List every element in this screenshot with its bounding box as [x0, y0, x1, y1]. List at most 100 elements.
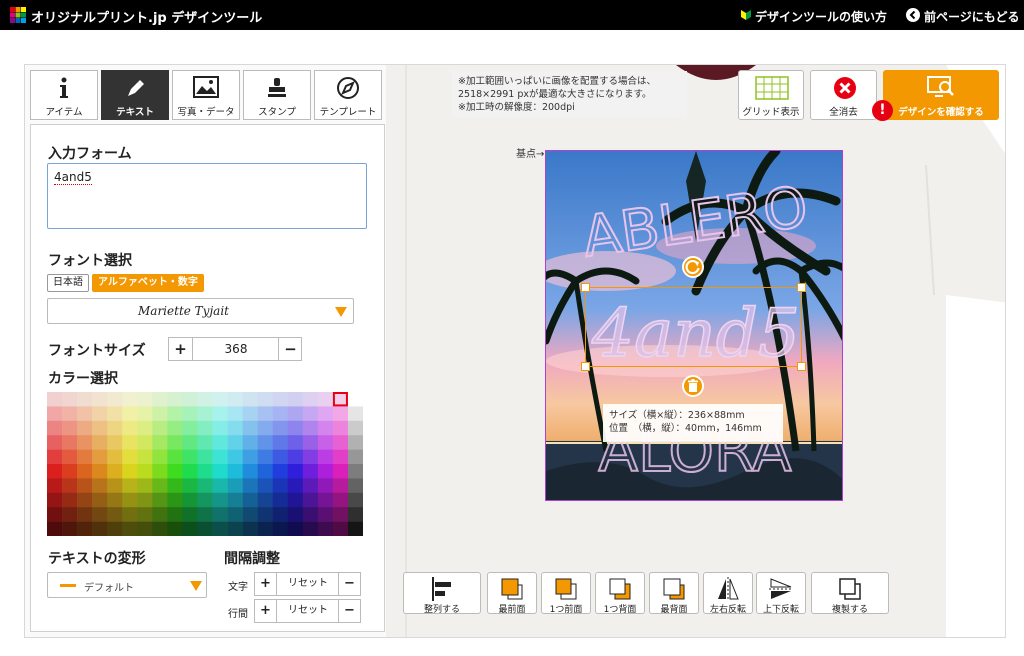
- color-swatch[interactable]: [242, 507, 258, 522]
- color-swatch[interactable]: [302, 521, 319, 537]
- color-swatch[interactable]: [152, 521, 168, 537]
- color-swatch[interactable]: [47, 420, 63, 436]
- color-swatch[interactable]: [107, 507, 123, 522]
- color-swatch[interactable]: [122, 478, 138, 494]
- color-swatch[interactable]: [317, 435, 334, 450]
- color-swatch[interactable]: [287, 435, 304, 450]
- color-swatch[interactable]: [212, 507, 228, 522]
- color-swatch[interactable]: [257, 507, 274, 522]
- flip-vertical-button[interactable]: 上下反転: [756, 572, 806, 615]
- grid-toggle-button[interactable]: グリッド表示: [738, 70, 804, 120]
- color-swatch[interactable]: [257, 521, 274, 537]
- color-swatch[interactable]: [47, 435, 63, 450]
- color-swatch[interactable]: [227, 392, 243, 407]
- color-swatch[interactable]: [302, 435, 319, 450]
- color-swatch[interactable]: [107, 449, 123, 465]
- color-swatch[interactable]: [182, 406, 198, 422]
- color-swatch[interactable]: [182, 420, 198, 436]
- color-swatch[interactable]: [272, 449, 289, 465]
- app-logo[interactable]: オリジナルプリント.jp デザインツール: [31, 7, 262, 26]
- color-swatch[interactable]: [287, 492, 304, 508]
- color-swatch[interactable]: [227, 478, 243, 494]
- color-swatch[interactable]: [347, 392, 364, 407]
- color-swatch[interactable]: [302, 420, 319, 436]
- color-swatch[interactable]: [62, 521, 78, 537]
- color-swatch[interactable]: [287, 521, 304, 537]
- text-input[interactable]: 4and5: [47, 163, 367, 229]
- color-palette[interactable]: [47, 392, 364, 537]
- color-swatch[interactable]: [62, 507, 78, 522]
- color-swatch[interactable]: [287, 420, 304, 436]
- color-swatch[interactable]: [92, 392, 108, 407]
- color-swatch[interactable]: [167, 406, 183, 422]
- color-swatch[interactable]: [182, 464, 198, 479]
- color-swatch[interactable]: [347, 449, 364, 465]
- color-swatch[interactable]: [287, 406, 304, 422]
- color-swatch[interactable]: [332, 521, 349, 537]
- size-decrease-button[interactable]: −: [278, 338, 302, 360]
- color-swatch[interactable]: [347, 435, 364, 450]
- color-swatch[interactable]: [287, 392, 304, 407]
- color-swatch[interactable]: [317, 478, 334, 494]
- color-swatch[interactable]: [242, 464, 258, 479]
- color-swatch[interactable]: [122, 507, 138, 522]
- char-spacing-reset-button[interactable]: リセット: [278, 573, 338, 595]
- color-swatch[interactable]: [317, 492, 334, 508]
- color-swatch[interactable]: [272, 420, 289, 436]
- color-swatch[interactable]: [272, 507, 289, 522]
- color-swatch[interactable]: [197, 507, 213, 522]
- color-swatch[interactable]: [47, 478, 63, 494]
- color-swatch[interactable]: [107, 392, 123, 407]
- font-lang-alphabet[interactable]: アルファベット・数字: [92, 274, 204, 292]
- color-swatch[interactable]: [332, 478, 349, 494]
- color-swatch[interactable]: [77, 507, 93, 522]
- color-swatch[interactable]: [182, 435, 198, 450]
- color-swatch[interactable]: [317, 507, 334, 522]
- char-spacing-plus-button[interactable]: +: [255, 573, 277, 595]
- color-swatch[interactable]: [332, 406, 349, 422]
- resize-handle[interactable]: [581, 283, 590, 292]
- color-swatch[interactable]: [347, 478, 364, 494]
- color-swatch[interactable]: [167, 449, 183, 465]
- tab-photo[interactable]: 写真・データ: [172, 70, 240, 120]
- color-swatch[interactable]: [347, 464, 364, 479]
- color-swatch[interactable]: [242, 478, 258, 494]
- color-swatch[interactable]: [62, 464, 78, 479]
- color-swatch[interactable]: [242, 449, 258, 465]
- color-swatch[interactable]: [77, 435, 93, 450]
- color-swatch[interactable]: [212, 478, 228, 494]
- color-swatch[interactable]: [242, 521, 258, 537]
- color-swatch[interactable]: [212, 449, 228, 465]
- color-swatch[interactable]: [242, 392, 258, 407]
- color-swatch[interactable]: [257, 435, 274, 450]
- color-swatch[interactable]: [197, 492, 213, 508]
- color-swatch[interactable]: [92, 449, 108, 465]
- color-swatch[interactable]: [107, 406, 123, 422]
- tab-stamp[interactable]: スタンプ: [243, 70, 311, 120]
- color-grid[interactable]: [47, 392, 364, 537]
- color-swatch[interactable]: [347, 507, 364, 522]
- color-swatch[interactable]: [332, 449, 349, 465]
- color-swatch[interactable]: [62, 478, 78, 494]
- color-swatch[interactable]: [122, 449, 138, 465]
- color-swatch[interactable]: [77, 521, 93, 537]
- color-swatch[interactable]: [107, 478, 123, 494]
- color-swatch[interactable]: [92, 507, 108, 522]
- color-swatch[interactable]: [92, 521, 108, 537]
- color-swatch[interactable]: [47, 406, 63, 422]
- color-swatch[interactable]: [287, 507, 304, 522]
- color-swatch[interactable]: [152, 406, 168, 422]
- color-swatch[interactable]: [167, 492, 183, 508]
- tab-item[interactable]: アイテム: [30, 70, 98, 120]
- color-swatch[interactable]: [302, 492, 319, 508]
- color-swatch[interactable]: [242, 420, 258, 436]
- color-swatch[interactable]: [167, 392, 183, 407]
- color-swatch[interactable]: [272, 478, 289, 494]
- color-swatch[interactable]: [182, 521, 198, 537]
- color-swatch[interactable]: [92, 492, 108, 508]
- color-swatch[interactable]: [332, 507, 349, 522]
- help-link[interactable]: デザインツールの使い方: [755, 8, 887, 25]
- color-swatch[interactable]: [347, 406, 364, 422]
- color-swatch[interactable]: [167, 521, 183, 537]
- color-swatch[interactable]: [107, 492, 123, 508]
